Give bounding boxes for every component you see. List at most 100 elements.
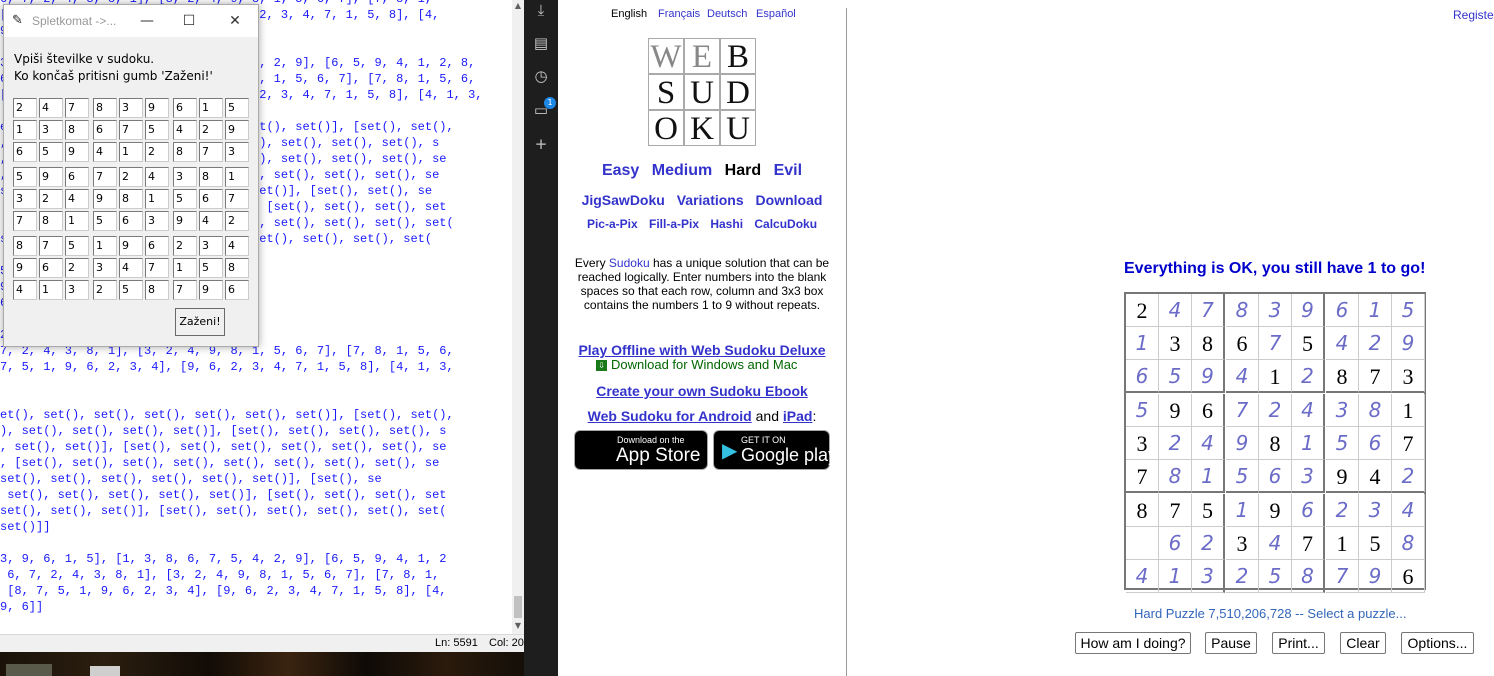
sudoku-input-cell[interactable]: 1 [1359, 294, 1392, 327]
sudoku-entry-cell[interactable]: 4 [199, 211, 223, 231]
sudoku-link[interactable]: Sudoku [609, 256, 650, 270]
language-french[interactable]: Français [658, 8, 700, 20]
sudoku-entry-cell[interactable]: 8 [65, 120, 89, 140]
sudoku-input-cell[interactable]: 8 [1292, 560, 1325, 593]
sudoku-input-cell[interactable]: 7 [1192, 294, 1225, 327]
sudoku-entry-cell[interactable]: 7 [119, 120, 143, 140]
web-sudoku-logo[interactable]: WEBSUDOKU [648, 38, 756, 147]
sudoku-input-cell[interactable]: 5 [1326, 427, 1359, 460]
play-offline-link[interactable]: Play Offline with Web Sudoku Deluxe [558, 342, 846, 358]
sudoku-entry-cell[interactable]: 9 [119, 236, 143, 256]
pause-button[interactable]: Pause [1205, 632, 1257, 654]
sudoku-entry-cell[interactable]: 3 [119, 98, 143, 118]
sudoku-entry-cell[interactable]: 2 [93, 280, 117, 300]
sudoku-entry-cell[interactable]: 6 [199, 189, 223, 209]
close-button[interactable]: ✕ [222, 9, 248, 33]
dialog-titlebar[interactable]: ✎ Spletkomat ->... — ☐ ✕ [4, 5, 258, 37]
sudoku-entry-cell[interactable]: 2 [119, 167, 143, 187]
sudoku-entry-cell[interactable]: 6 [119, 211, 143, 231]
level-medium[interactable]: Medium [652, 162, 712, 179]
sudoku-entry-cell[interactable]: 7 [225, 189, 249, 209]
sudoku-entry-cell[interactable]: 3 [13, 189, 37, 209]
sudoku-input-cell[interactable]: 3 [1259, 294, 1292, 327]
sudoku-input-cell[interactable]: 5 [1126, 394, 1159, 427]
document-icon[interactable] [90, 666, 120, 676]
scroll-down-icon[interactable]: ▼ [512, 620, 524, 632]
sudoku-input-cell[interactable]: 6 [1292, 494, 1325, 527]
sudoku-entry-cell[interactable]: 1 [225, 167, 249, 187]
app-store-badge[interactable]: Download on the App Store [574, 430, 708, 470]
puzzle-info[interactable]: Hard Puzzle 7,510,206,728 -- Select a pu… [1134, 606, 1406, 621]
calcudoku-link[interactable]: CalcuDoku [754, 217, 817, 231]
sudoku-entry-cell[interactable]: 2 [199, 120, 223, 140]
sudoku-input-cell[interactable]: 4 [1159, 294, 1192, 327]
sudoku-input-cell[interactable]: 6 [1359, 427, 1392, 460]
scroll-up-icon[interactable]: ▲ [512, 0, 524, 12]
sudoku-input-cell[interactable]: 4 [1292, 394, 1325, 427]
how-am-i-doing-button[interactable]: How am I doing? [1075, 632, 1191, 654]
sudoku-entry-cell[interactable]: 8 [199, 167, 223, 187]
sudoku-entry-cell[interactable]: 1 [65, 211, 89, 231]
sudoku-input-cell[interactable]: 8 [1359, 394, 1392, 427]
sudoku-input-cell[interactable]: 2 [1159, 427, 1192, 460]
sudoku-input-cell[interactable]: 2 [1292, 360, 1325, 393]
sudoku-input-cell[interactable]: 3 [1192, 560, 1225, 593]
sudoku-input-cell[interactable]: 7 [1226, 394, 1259, 427]
sudoku-entry-cell[interactable]: 1 [93, 236, 117, 256]
sudoku-input-cell[interactable]: 2 [1326, 494, 1359, 527]
sudoku-entry-cell[interactable]: 6 [173, 98, 197, 118]
sudoku-input-cell[interactable]: 5 [1392, 294, 1425, 327]
sudoku-input-cell[interactable]: 4 [1192, 427, 1225, 460]
sudoku-input-cell[interactable]: 2 [1259, 394, 1292, 427]
options-button[interactable]: Options... [1401, 632, 1474, 654]
sudoku-input-cell[interactable]: 4 [1259, 527, 1292, 560]
sudoku-entry-cell[interactable]: 9 [199, 280, 223, 300]
pic-a-pix-link[interactable]: Pic-a-Pix [587, 217, 638, 231]
sudoku-entry-cell[interactable]: 5 [173, 189, 197, 209]
sudoku-input-cell[interactable]: 4 [1126, 560, 1159, 593]
sudoku-entry-cell[interactable]: 4 [65, 189, 89, 209]
sudoku-entry-cell[interactable]: 9 [225, 120, 249, 140]
sudoku-entry-cell[interactable]: 8 [93, 98, 117, 118]
sudoku-entry-cell[interactable]: 9 [93, 189, 117, 209]
maximize-button[interactable]: ☐ [176, 9, 202, 33]
sudoku-entry-cell[interactable]: 9 [145, 98, 169, 118]
sudoku-entry-cell[interactable]: 1 [13, 120, 37, 140]
sudoku-entry-cell[interactable]: 6 [65, 167, 89, 187]
sudoku-entry-cell[interactable]: 3 [225, 142, 249, 162]
sudoku-input-cell[interactable]: 3 [1292, 460, 1325, 493]
sudoku-input-cell[interactable]: 9 [1226, 427, 1259, 460]
sudoku-entry-cell[interactable]: 6 [225, 280, 249, 300]
sudoku-entry-cell[interactable]: 6 [39, 258, 63, 278]
sudoku-entry-cell[interactable]: 9 [13, 258, 37, 278]
sudoku-entry-cell[interactable]: 1 [173, 258, 197, 278]
sudoku-entry-cell[interactable]: 1 [39, 280, 63, 300]
sudoku-input-cell[interactable]: 1 [1226, 494, 1259, 527]
clear-button[interactable]: Clear [1340, 632, 1386, 654]
sudoku-entry-cell[interactable]: 9 [65, 142, 89, 162]
download-windows-link[interactable]: ⇩ Download for Windows and Mac [596, 357, 797, 372]
sudoku-input-cell[interactable]: 1 [1126, 327, 1159, 360]
sudoku-input-cell[interactable]: 4 [1392, 494, 1425, 527]
sudoku-entry-cell[interactable]: 9 [39, 167, 63, 187]
sudoku-entry-cell[interactable]: 4 [13, 280, 37, 300]
register-link[interactable]: Register [1453, 8, 1494, 22]
jigsawdoku-link[interactable]: JigSawDoku [582, 192, 665, 208]
scrollbar-thumb[interactable] [514, 596, 522, 618]
language-spanish[interactable]: Español [756, 8, 796, 20]
print-button[interactable]: Print... [1272, 632, 1325, 654]
sudoku-entry-cell[interactable]: 7 [93, 167, 117, 187]
add-icon[interactable]: + [531, 134, 551, 154]
ebook-link[interactable]: Create your own Sudoku Ebook [558, 383, 846, 399]
run-button[interactable]: Zaženi! [175, 308, 225, 336]
variations-link[interactable]: Variations [677, 192, 744, 208]
sudoku-entry-cell[interactable]: 1 [199, 98, 223, 118]
sudoku-entry-cell[interactable]: 4 [93, 142, 117, 162]
sudoku-entry-cell[interactable]: 7 [145, 258, 169, 278]
sudoku-entry-cell[interactable]: 3 [145, 211, 169, 231]
sudoku-entry-cell[interactable]: 4 [225, 236, 249, 256]
sudoku-entry-cell[interactable]: 2 [65, 258, 89, 278]
sudoku-entry-cell[interactable]: 3 [93, 258, 117, 278]
sudoku-input-cell[interactable]: 9 [1192, 360, 1225, 393]
sudoku-entry-cell[interactable]: 4 [119, 258, 143, 278]
